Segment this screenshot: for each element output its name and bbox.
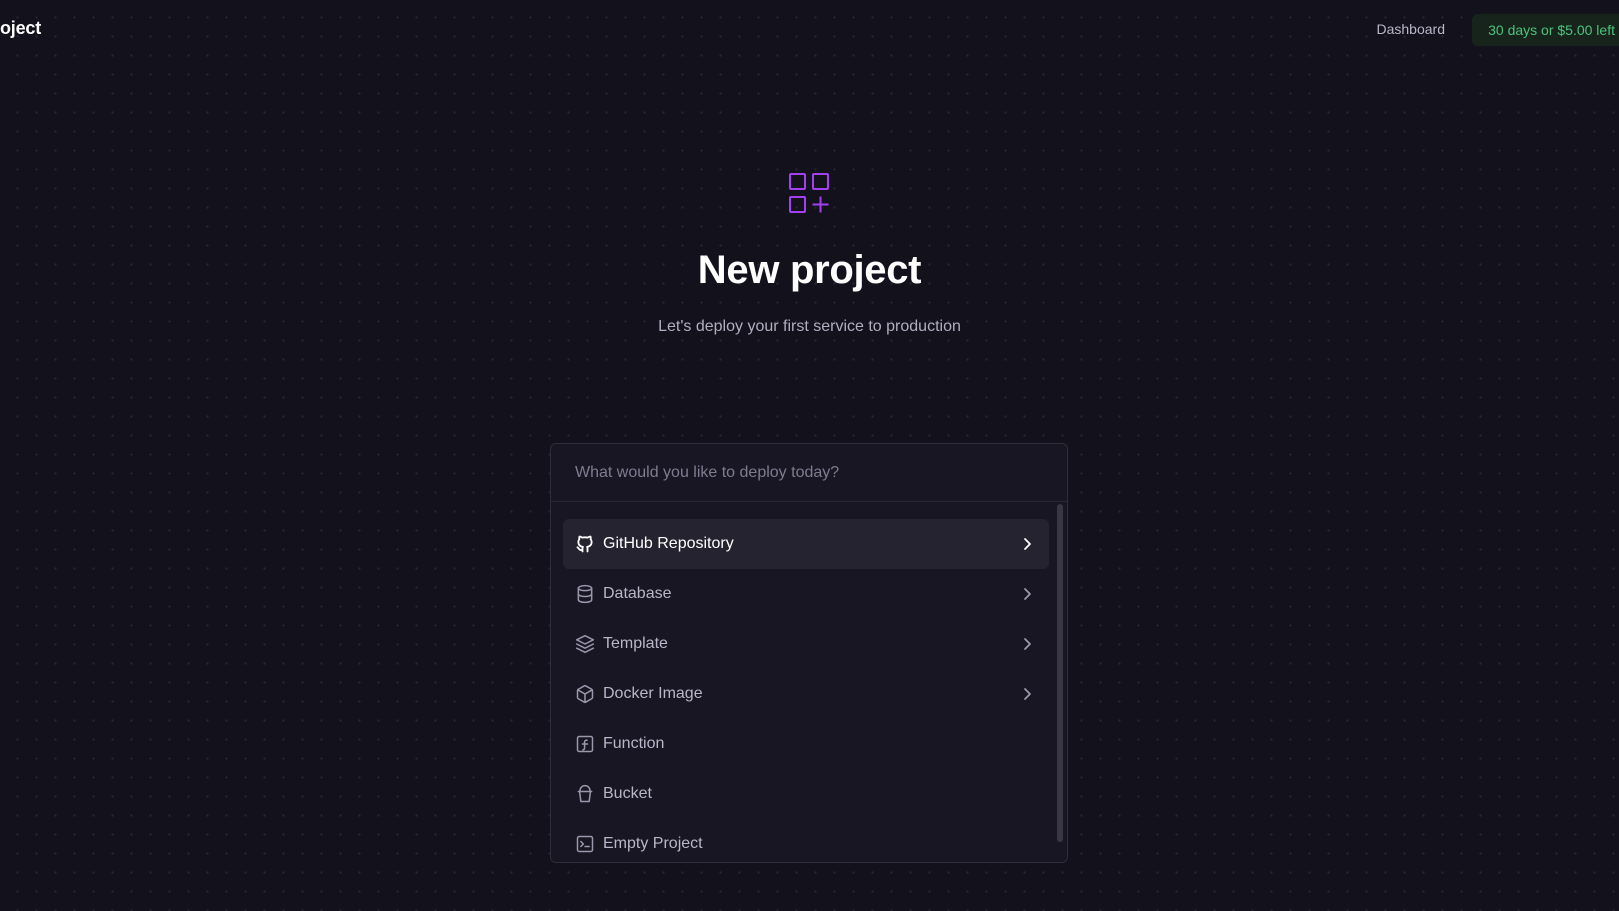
option-label: Database — [603, 585, 672, 602]
option-label: Bucket — [603, 785, 652, 802]
option-label: Function — [603, 735, 665, 752]
chevron-right-icon — [1024, 588, 1031, 600]
option-label: Empty Project — [603, 835, 703, 852]
option-label: Docker Image — [603, 685, 703, 702]
bucket-icon — [577, 784, 593, 803]
project-title: oject — [0, 18, 42, 38]
deploy-search-input[interactable] — [551, 444, 1067, 502]
option-github-repository[interactable]: GitHub Repository — [563, 519, 1049, 569]
chevron-right-icon — [1024, 538, 1031, 550]
database-icon — [577, 584, 593, 604]
chevron-right-icon — [1024, 638, 1031, 650]
top-bar: oject Dashboard 30 days or $5.00 left — [0, 0, 1619, 60]
option-label: GitHub Repository — [603, 535, 734, 552]
deploy-options-list: GitHub Repository Database Template Dock… — [563, 519, 1049, 862]
layers-icon — [575, 634, 595, 654]
option-docker-image[interactable]: Docker Image — [563, 669, 1049, 719]
page-subtitle: Let's deploy your first service to produ… — [658, 318, 961, 335]
scrollbar-thumb[interactable] — [1057, 504, 1063, 842]
function-icon — [576, 735, 594, 753]
deploy-command-panel: GitHub Repository Database Template — [550, 443, 1068, 863]
box-icon — [576, 684, 594, 704]
github-icon — [576, 535, 593, 553]
option-function[interactable]: Function — [563, 719, 1049, 769]
option-template[interactable]: Template — [563, 619, 1049, 669]
trial-badge[interactable]: 30 days or $5.00 left — [1472, 14, 1619, 46]
dashboard-link[interactable]: Dashboard — [1377, 21, 1446, 37]
chevron-right-icon — [1024, 688, 1031, 700]
page-title: New project — [697, 248, 922, 292]
grid-plus-icon — [789, 173, 829, 213]
option-bucket[interactable]: Bucket — [563, 769, 1049, 819]
terminal-icon — [576, 835, 594, 853]
option-database[interactable]: Database — [563, 569, 1049, 619]
option-empty-project[interactable]: Empty Project — [563, 819, 1049, 862]
option-label: Template — [603, 635, 668, 652]
options-scrollbar[interactable] — [1053, 502, 1067, 862]
